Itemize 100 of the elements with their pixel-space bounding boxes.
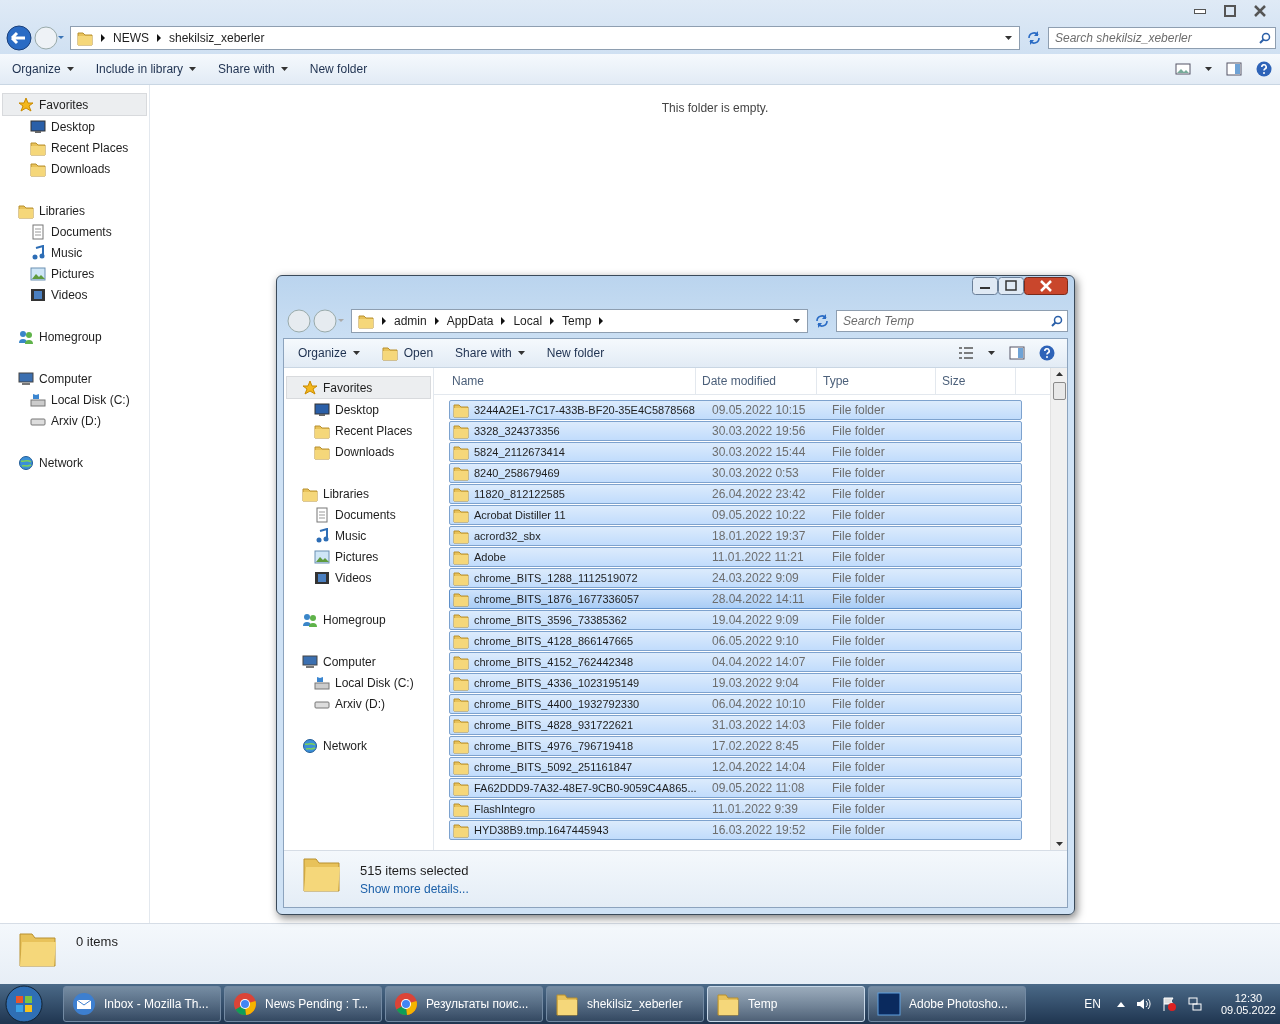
nav-item[interactable]: Homegroup bbox=[0, 326, 149, 347]
caret-icon bbox=[517, 351, 525, 355]
file-row[interactable]: chrome_BITS_4400_1932792330 06.04.2022 10:10 File folder bbox=[449, 694, 1022, 714]
close-icon bbox=[1024, 277, 1068, 295]
show-details-link[interactable]: Show more details... bbox=[360, 882, 469, 896]
date-modified: 16.03.2022 19:52 bbox=[712, 823, 807, 837]
toolbar-button[interactable]: Organize bbox=[294, 342, 364, 364]
date-modified: 17.02.2022 8:45 bbox=[712, 739, 800, 753]
file-type: File folder bbox=[832, 781, 886, 795]
people-icon bbox=[302, 611, 318, 628]
nav-item[interactable]: Computer bbox=[284, 651, 433, 672]
chevron-icon bbox=[101, 34, 105, 42]
file-row[interactable]: acrord32_sbx 18.01.2022 19:37 File folder bbox=[449, 526, 1022, 546]
nav-item[interactable]: Downloads bbox=[284, 441, 433, 462]
nav-item[interactable]: Pictures bbox=[284, 546, 433, 567]
toolbar-button[interactable]: Share with bbox=[451, 342, 529, 364]
file-type: File folder bbox=[832, 445, 886, 459]
toolbar-button[interactable]: Open bbox=[377, 341, 438, 365]
taskbar-button[interactable]: Temp bbox=[707, 986, 865, 1022]
nav-item[interactable]: Documents bbox=[284, 504, 433, 525]
toolbar-button[interactable]: New folder bbox=[305, 58, 372, 80]
language-indicator[interactable]: EN bbox=[1084, 997, 1101, 1011]
nav-item[interactable]: Recent Places bbox=[0, 137, 149, 158]
nav-item[interactable]: Local Disk (C:) bbox=[284, 672, 433, 693]
file-row[interactable]: FA62DDD9-7A32-48E7-9CB0-9059C4A865... 09.05.2022 11:08 File folder bbox=[449, 778, 1022, 798]
preview-pane-icon bbox=[1226, 62, 1242, 76]
toolbar-button[interactable]: Organize bbox=[8, 58, 78, 80]
nav-item[interactable]: Pictures bbox=[0, 263, 149, 284]
nav-item[interactable]: Homegroup bbox=[284, 609, 433, 630]
column-header[interactable]: Size bbox=[936, 368, 1016, 394]
breadcrumb[interactable]: AppData bbox=[446, 314, 494, 328]
drive-icon bbox=[314, 674, 330, 691]
toolbar-button[interactable]: Include in library bbox=[91, 58, 201, 80]
nav-item[interactable]: Libraries bbox=[284, 483, 433, 504]
nav-item[interactable]: Documents bbox=[0, 221, 149, 242]
toolbar-button[interactable]: Share with bbox=[214, 58, 292, 80]
taskbar-button[interactable]: Результаты поис... bbox=[385, 986, 543, 1022]
folder-icon bbox=[453, 759, 469, 775]
folder-icon bbox=[716, 992, 740, 1016]
file-row[interactable]: chrome_BITS_4336_1023195149 19.03.2022 9:04 File folder bbox=[449, 673, 1022, 693]
file-row[interactable]: Adobe 11.01.2022 11:21 File folder bbox=[449, 547, 1022, 567]
file-row[interactable]: 5824_2112673414 30.03.2022 15:44 File folder bbox=[449, 442, 1022, 462]
file-row[interactable]: 3328_324373356 30.03.2022 19:56 File folder bbox=[449, 421, 1022, 441]
scrollbar-thumb[interactable] bbox=[1052, 382, 1066, 400]
breadcrumb[interactable]: Temp bbox=[562, 314, 592, 328]
file-row[interactable]: chrome_BITS_1288_1112519072 24.03.2022 9:09 File folder bbox=[449, 568, 1022, 588]
file-row[interactable]: FlashIntegro 11.01.2022 9:39 File folder bbox=[449, 799, 1022, 819]
column-header[interactable]: Name bbox=[434, 368, 696, 394]
file-row[interactable]: chrome_BITS_4976_796719418 17.02.2022 8:45 File folder bbox=[449, 736, 1022, 756]
search-field[interactable]: Search Temp bbox=[836, 310, 1068, 332]
nav-item[interactable]: Music bbox=[284, 525, 433, 546]
nav-item[interactable]: Computer bbox=[0, 368, 149, 389]
file-row[interactable]: HYD38B9.tmp.1647445943 16.03.2022 19:52 File folder bbox=[449, 820, 1022, 840]
taskbar-button[interactable]: Adobe Photosho... bbox=[868, 986, 1026, 1022]
nav-item[interactable]: Network bbox=[284, 735, 433, 756]
file-row[interactable]: 8240_258679469 30.03.2022 0:53 File folder bbox=[449, 463, 1022, 483]
taskbar-button[interactable]: shekilsiz_xeberler bbox=[546, 986, 704, 1022]
nav-item[interactable]: Local Disk (C:) bbox=[0, 389, 149, 410]
file-type: File folder bbox=[832, 718, 886, 732]
help-icon bbox=[1039, 345, 1055, 361]
file-row[interactable]: chrome_BITS_5092_251161847 12.04.2022 14:04 File folder bbox=[449, 757, 1022, 777]
nav-item[interactable]: Videos bbox=[284, 567, 433, 588]
nav-item[interactable]: Desktop bbox=[284, 399, 433, 420]
file-row[interactable]: chrome_BITS_4152_762442348 04.04.2022 14:07 File folder bbox=[449, 652, 1022, 672]
folder-icon bbox=[453, 507, 469, 523]
nav-item[interactable]: Favorites bbox=[286, 376, 431, 399]
address-bar[interactable]: admin AppData Local Temp bbox=[351, 309, 808, 333]
nav-item[interactable]: Recent Places bbox=[284, 420, 433, 441]
taskbar-button[interactable]: News Pending : T... bbox=[224, 986, 382, 1022]
nav-item[interactable]: Downloads bbox=[0, 158, 149, 179]
file-row[interactable]: chrome_BITS_4828_931722621 31.03.2022 14:03 File folder bbox=[449, 715, 1022, 735]
nav-item[interactable]: Arxiv (D:) bbox=[0, 410, 149, 431]
file-row[interactable]: Acrobat Distiller 11 09.05.2022 10:22 File folder bbox=[449, 505, 1022, 525]
address-bar[interactable]: NEWS shekilsiz_xeberler bbox=[70, 26, 1020, 50]
file-row[interactable]: 11820_812122585 26.04.2022 23:42 File folder bbox=[449, 484, 1022, 504]
toolbar-button[interactable]: New folder bbox=[542, 342, 609, 364]
file-row[interactable]: chrome_BITS_3596_73385362 19.04.2022 9:09 File folder bbox=[449, 610, 1022, 630]
breadcrumb[interactable]: admin bbox=[394, 314, 427, 328]
nav-item[interactable]: Music bbox=[0, 242, 149, 263]
nav-item[interactable]: Videos bbox=[0, 284, 149, 305]
file-type: File folder bbox=[832, 550, 886, 564]
nav-item[interactable]: Desktop bbox=[0, 116, 149, 137]
nav-item[interactable]: Favorites bbox=[2, 93, 147, 116]
file-row[interactable]: 3244A2E1-7C17-433B-BF20-35E4C5878568 09.05.2022 10:15 File folder bbox=[449, 400, 1022, 420]
file-name: chrome_BITS_5092_251161847 bbox=[474, 761, 633, 773]
breadcrumb[interactable]: NEWS bbox=[113, 31, 149, 45]
breadcrumb[interactable]: Local bbox=[513, 314, 543, 328]
nav-item[interactable]: Network bbox=[0, 452, 149, 473]
column-header[interactable]: Date modified bbox=[696, 368, 817, 394]
file-row[interactable]: chrome_BITS_1876_1677336057 28.04.2022 14:11 File folder bbox=[449, 589, 1022, 609]
file-row[interactable]: chrome_BITS_4128_866147665 06.05.2022 9:10 File folder bbox=[449, 631, 1022, 651]
taskbar-button[interactable]: Inbox - Mozilla Th... bbox=[63, 986, 221, 1022]
search-field[interactable]: Search shekilsiz_xeberler bbox=[1048, 27, 1276, 49]
clock[interactable]: 12:30 09.05.2022 bbox=[1220, 992, 1276, 1016]
breadcrumb[interactable]: shekilsiz_xeberler bbox=[169, 31, 265, 45]
nav-item[interactable]: Arxiv (D:) bbox=[284, 693, 433, 714]
nav-item[interactable]: Libraries bbox=[0, 200, 149, 221]
preview-pane-icon bbox=[1009, 346, 1025, 360]
column-header[interactable]: Type bbox=[817, 368, 936, 394]
scrollbar[interactable] bbox=[1050, 368, 1067, 850]
